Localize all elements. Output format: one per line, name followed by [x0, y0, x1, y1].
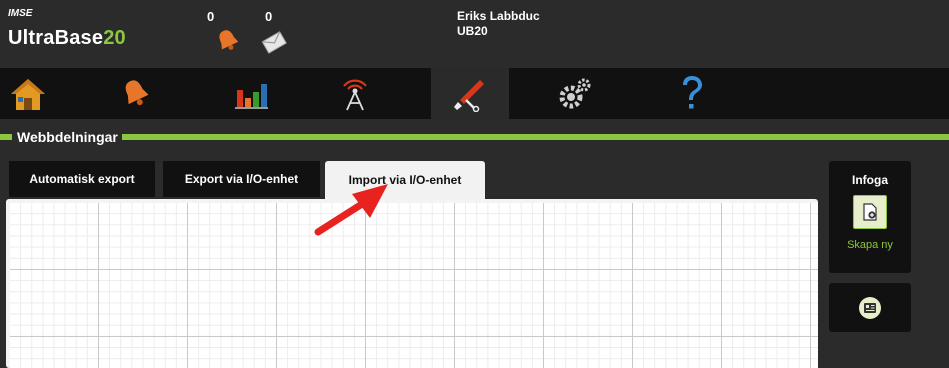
question-icon	[683, 75, 702, 108]
envelope-icon[interactable]	[261, 30, 287, 59]
brand-name: UltraBase	[8, 27, 104, 49]
antenna-icon	[343, 79, 367, 110]
main-nav	[0, 68, 949, 119]
home-icon	[11, 78, 45, 110]
nav-communication[interactable]	[330, 68, 380, 119]
insert-title: Infoga	[852, 173, 888, 187]
brand-version: 20	[103, 27, 126, 49]
info-button[interactable]	[859, 297, 881, 319]
gears-icon	[559, 78, 591, 108]
nav-alarms[interactable]	[108, 68, 164, 119]
info-panel	[829, 283, 911, 332]
section-title: Webbdelningar	[6, 128, 122, 146]
alarm-bell-icon[interactable]	[213, 26, 243, 61]
grid-canvas[interactable]	[10, 203, 818, 368]
brand-logo[interactable]: UltraBase20	[8, 27, 126, 50]
tools-icon	[454, 79, 484, 112]
app-header: IMSE UltraBase20 0 0 Eriks Labbduc UB20	[0, 0, 949, 68]
nav-system[interactable]	[550, 68, 600, 119]
annotation-arrow	[314, 184, 388, 236]
insert-panel: Infoga Skapa ny	[829, 161, 911, 273]
info-card-icon	[864, 303, 876, 313]
bar-chart-icon	[235, 83, 268, 109]
tab-automatic-export[interactable]: Automatisk export	[9, 161, 155, 197]
section-title-text: Webbdelningar	[17, 129, 118, 145]
create-new-button[interactable]	[853, 195, 887, 229]
section-marker	[6, 134, 12, 140]
tab-export-io[interactable]: Export via I/O-enhet	[163, 161, 320, 197]
section-divider	[0, 134, 949, 140]
user-name[interactable]: Eriks Labbduc	[457, 9, 540, 23]
bell-icon	[125, 79, 149, 105]
new-document-icon	[863, 203, 877, 221]
nav-home[interactable]	[0, 68, 56, 119]
nav-settings[interactable]	[431, 68, 509, 119]
alarm-count: 0	[207, 9, 215, 24]
nav-help[interactable]	[670, 68, 714, 119]
message-count: 0	[265, 9, 273, 24]
nav-statistics[interactable]	[226, 68, 276, 119]
brand-company: IMSE	[8, 8, 33, 19]
create-new-label[interactable]: Skapa ny	[829, 239, 911, 251]
user-site: UB20	[457, 24, 488, 38]
